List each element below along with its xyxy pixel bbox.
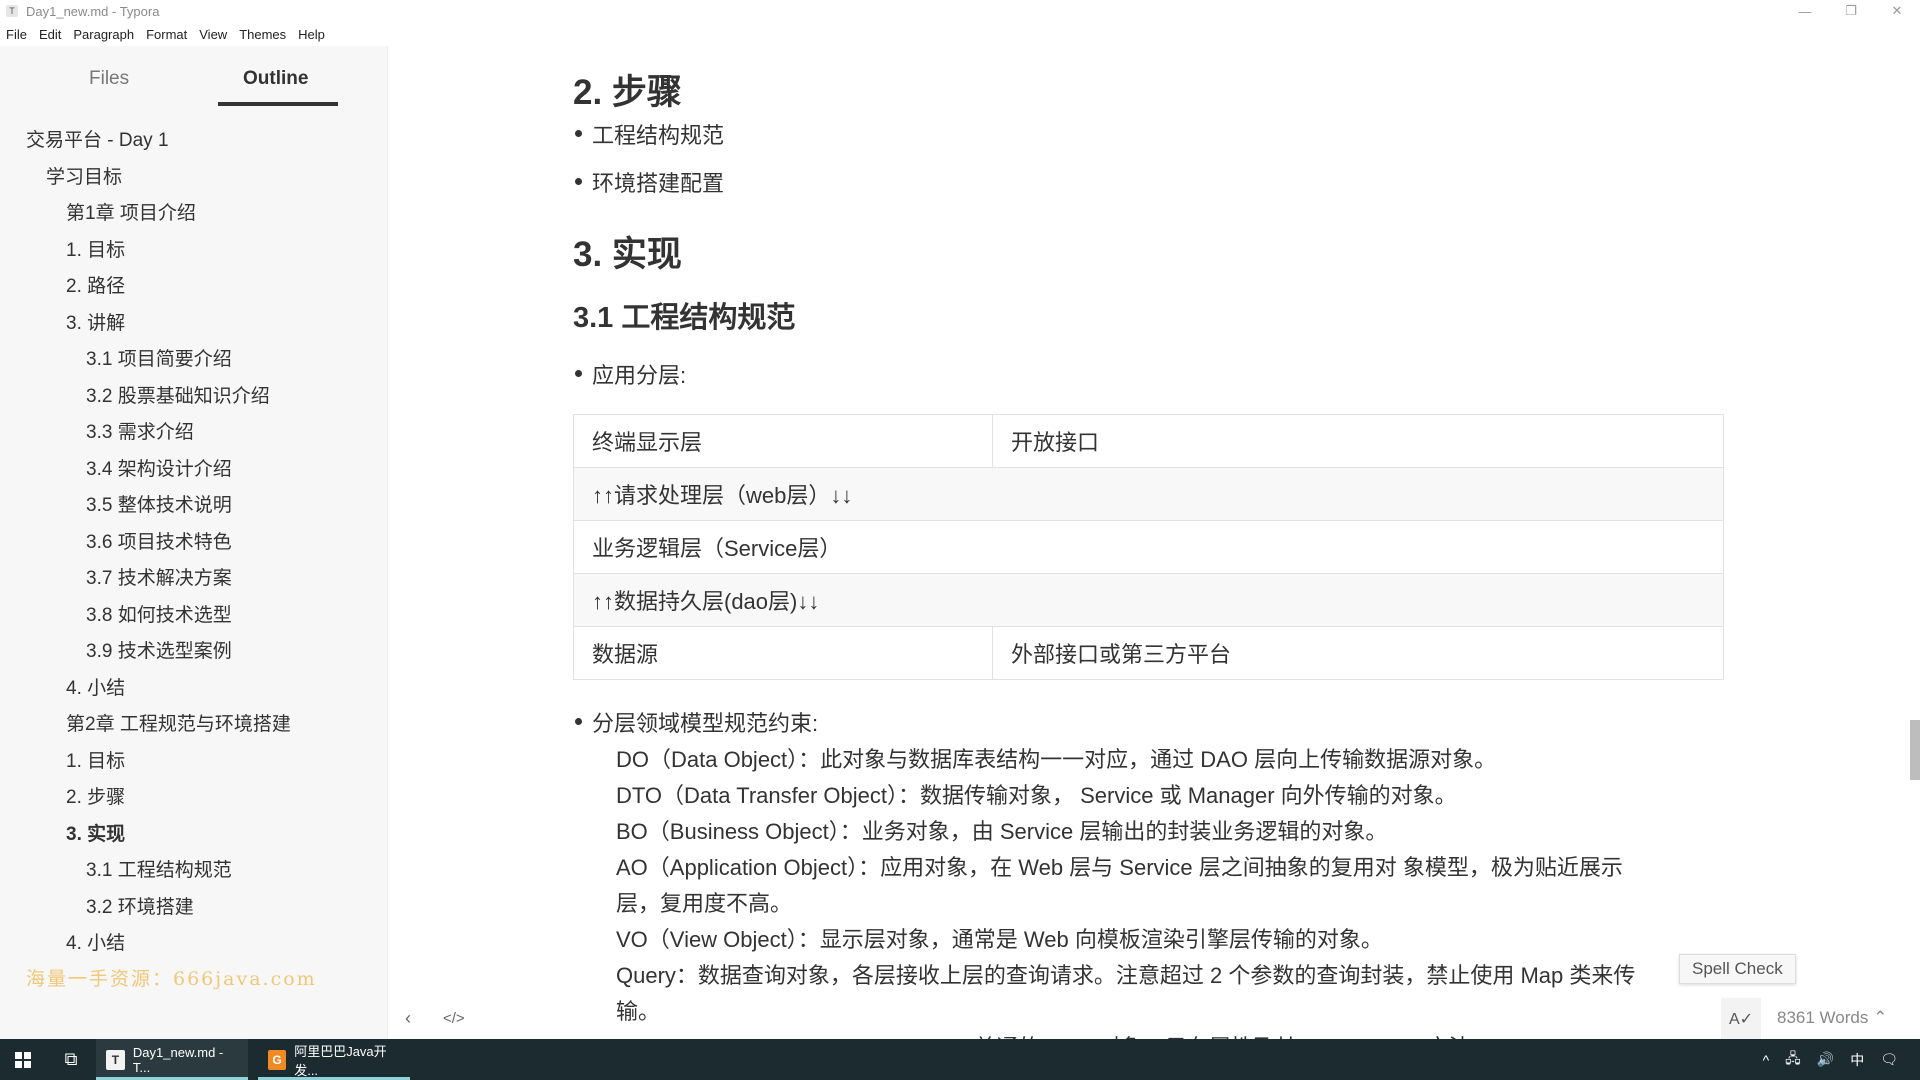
- table-row: 数据源 外部接口或第三方平台: [573, 626, 1724, 680]
- menu-bar: File Edit Paragraph Format View Themes H…: [0, 22, 1920, 46]
- table-row: ↑↑数据持久层(dao层)↓↓: [573, 573, 1724, 627]
- outline-item[interactable]: 3.6 项目技术特色: [86, 530, 232, 556]
- paragraph-line: 层，复用度不高。: [616, 891, 793, 916]
- outline-item[interactable]: 4. 小结: [66, 931, 125, 957]
- heading-implementation: 3. 实现: [573, 235, 682, 274]
- outline-item[interactable]: 1. 目标: [66, 238, 125, 264]
- menu-themes[interactable]: Themes: [239, 27, 286, 42]
- outline-item[interactable]: 学习目标: [46, 165, 122, 191]
- list-item: 环境搭建配置: [574, 166, 724, 198]
- table-cell[interactable]: 业务逻辑层（Service层）: [573, 520, 1724, 574]
- heading-project-structure: 3.1 工程结构规范: [573, 302, 796, 334]
- table-row: 业务逻辑层（Service层）: [573, 520, 1724, 574]
- outline-item[interactable]: 3.5 整体技术说明: [86, 493, 232, 519]
- vertical-scrollbar[interactable]: [1910, 720, 1920, 780]
- typora-icon: T: [106, 1049, 125, 1070]
- taskbar-app-label: Day1_new.md - T...: [132, 1044, 224, 1075]
- paragraph-line: VO（View Object）：显示层对象，通常是 Web 向模板渲染引擎层传输…: [616, 927, 1383, 952]
- outline-item[interactable]: 3.7 技术解决方案: [86, 566, 232, 592]
- minimize-button[interactable]: —: [1782, 0, 1828, 22]
- pdf-reader-icon: G: [268, 1049, 287, 1070]
- menu-edit[interactable]: Edit: [39, 27, 61, 42]
- outline-item[interactable]: 3. 讲解: [66, 311, 125, 337]
- volume-icon[interactable]: 🔊: [1817, 1051, 1834, 1068]
- restore-button[interactable]: ❐: [1828, 0, 1874, 22]
- table-row: ↑↑请求处理层（web层）↓↓: [573, 467, 1724, 521]
- network-icon[interactable]: 🖧: [1785, 1048, 1801, 1072]
- taskbar-app-pdf[interactable]: G 阿里巴巴Java开发...: [258, 1039, 410, 1080]
- paragraph-line: BO（Business Object）：业务对象，由 Service 层输出的封…: [616, 819, 1388, 844]
- table-cell[interactable]: 数据源: [573, 626, 993, 680]
- layers-table: 终端显示层 开放接口 ↑↑请求处理层（web层）↓↓ 业务逻辑层（Service…: [573, 414, 1724, 680]
- editor[interactable]: 2. 步骤 工程结构规范 环境搭建配置 3. 实现 3.1 工程结构规范 应用分…: [389, 46, 1920, 1039]
- windows-logo-icon: [15, 1051, 31, 1068]
- table-row: 终端显示层 开放接口: [573, 414, 1724, 468]
- tab-outline[interactable]: Outline: [243, 68, 308, 90]
- taskbar-app-label: 阿里巴巴Java开发...: [294, 1043, 387, 1078]
- title-bar: T Day1_new.md - Typora — ❐ ✕: [0, 0, 1920, 22]
- outline-item[interactable]: 3.3 需求介绍: [86, 420, 194, 446]
- outline-item[interactable]: 3.9 技术选型案例: [86, 639, 232, 665]
- outline-item[interactable]: 2. 步骤: [66, 785, 125, 811]
- sidebar: Files Outline 交易平台 - Day 1 学习目标第1章 项目介绍 1.…: [0, 46, 388, 1039]
- outline-item[interactable]: 3. 实现: [66, 822, 125, 848]
- outline-item[interactable]: 3.1 工程结构规范: [86, 858, 232, 884]
- outline-item[interactable]: 第1章 项目介绍: [66, 201, 196, 227]
- outline-item[interactable]: 3.1 项目简要介绍: [86, 347, 232, 373]
- table-cell[interactable]: ↑↑数据持久层(dao层)↓↓: [573, 573, 1724, 627]
- status-bar: ‹ </> A✓ 8361 Words ⌃: [389, 998, 1920, 1039]
- watermark-text: 海量一手资源：666java.com: [26, 968, 317, 990]
- table-cell[interactable]: 终端显示层: [573, 414, 993, 468]
- menu-format[interactable]: Format: [146, 27, 187, 42]
- menu-view[interactable]: View: [199, 27, 227, 42]
- window-controls: — ❐ ✕: [1782, 0, 1920, 22]
- outline-item[interactable]: 3.2 环境搭建: [86, 895, 194, 921]
- spell-check-tooltip: Spell Check: [1679, 954, 1796, 984]
- paragraph-line: DTO（Data Transfer Object）：数据传输对象， Servic…: [616, 783, 1457, 808]
- tab-files[interactable]: Files: [89, 68, 129, 90]
- table-cell[interactable]: 外部接口或第三方平台: [992, 626, 1724, 680]
- list-item: 工程结构规范: [574, 118, 724, 150]
- tray-expand-icon[interactable]: ^: [1763, 1052, 1770, 1068]
- window-title: Day1_new.md - Typora: [26, 3, 160, 19]
- input-method-icon[interactable]: 中: [1850, 1050, 1864, 1070]
- outline-item[interactable]: 3.8 如何技术选型: [86, 603, 232, 629]
- outline-item[interactable]: 1. 目标: [66, 749, 125, 775]
- taskbar-app-typora[interactable]: T Day1_new.md - T...: [96, 1039, 248, 1080]
- close-button[interactable]: ✕: [1874, 0, 1920, 22]
- table-cell[interactable]: ↑↑请求处理层（web层）↓↓: [573, 467, 1724, 521]
- task-view-icon[interactable]: ⧉: [46, 1039, 96, 1080]
- heading-steps: 2. 步骤: [573, 73, 682, 112]
- paragraph-line: AO（Application Object）：应用对象，在 Web 层与 Ser…: [616, 855, 1623, 880]
- outline-item[interactable]: 第2章 工程规范与环境搭建: [66, 712, 291, 738]
- spell-check-icon[interactable]: A✓: [1721, 998, 1761, 1039]
- toggle-sidebar-icon[interactable]: ‹: [405, 1008, 411, 1029]
- source-code-mode-icon[interactable]: </>: [443, 1010, 465, 1027]
- table-cell[interactable]: 开放接口: [992, 414, 1724, 468]
- word-count[interactable]: 8361 Words ⌃: [1777, 1008, 1887, 1028]
- list-item-models: 分层领域模型规范约束:: [574, 706, 818, 738]
- outline-item[interactable]: 3.4 架构设计介绍: [86, 457, 232, 483]
- sidebar-tabs: Files Outline: [0, 46, 387, 108]
- menu-file[interactable]: File: [6, 27, 27, 42]
- outline-item[interactable]: 2. 路径: [66, 274, 125, 300]
- menu-help[interactable]: Help: [298, 27, 325, 42]
- outline-item[interactable]: 3.2 股票基础知识介绍: [86, 384, 270, 410]
- taskbar: ⧉ T Day1_new.md - T... G 阿里巴巴Java开发... ^…: [0, 1039, 1920, 1080]
- start-button[interactable]: [0, 1039, 46, 1080]
- typora-app-icon: T: [6, 5, 18, 17]
- action-center-icon[interactable]: 🗨: [1880, 1051, 1898, 1068]
- menu-paragraph[interactable]: Paragraph: [73, 27, 134, 42]
- active-tab-indicator: [218, 102, 338, 106]
- system-tray: ^ 🖧 🔊 中 🗨: [1755, 1039, 1920, 1080]
- outline-item[interactable]: 交易平台 - Day 1: [26, 128, 169, 154]
- paragraph-line: Query：数据查询对象，各层接收上层的查询请求。注意超过 2 个参数的查询封装…: [616, 963, 1636, 988]
- outline-item[interactable]: 4. 小结: [66, 676, 125, 702]
- list-item-layers: 应用分层:: [574, 358, 686, 390]
- paragraph-line: DO（Data Object）：此对象与数据库表结构一一对应，通过 DAO 层向…: [616, 747, 1497, 772]
